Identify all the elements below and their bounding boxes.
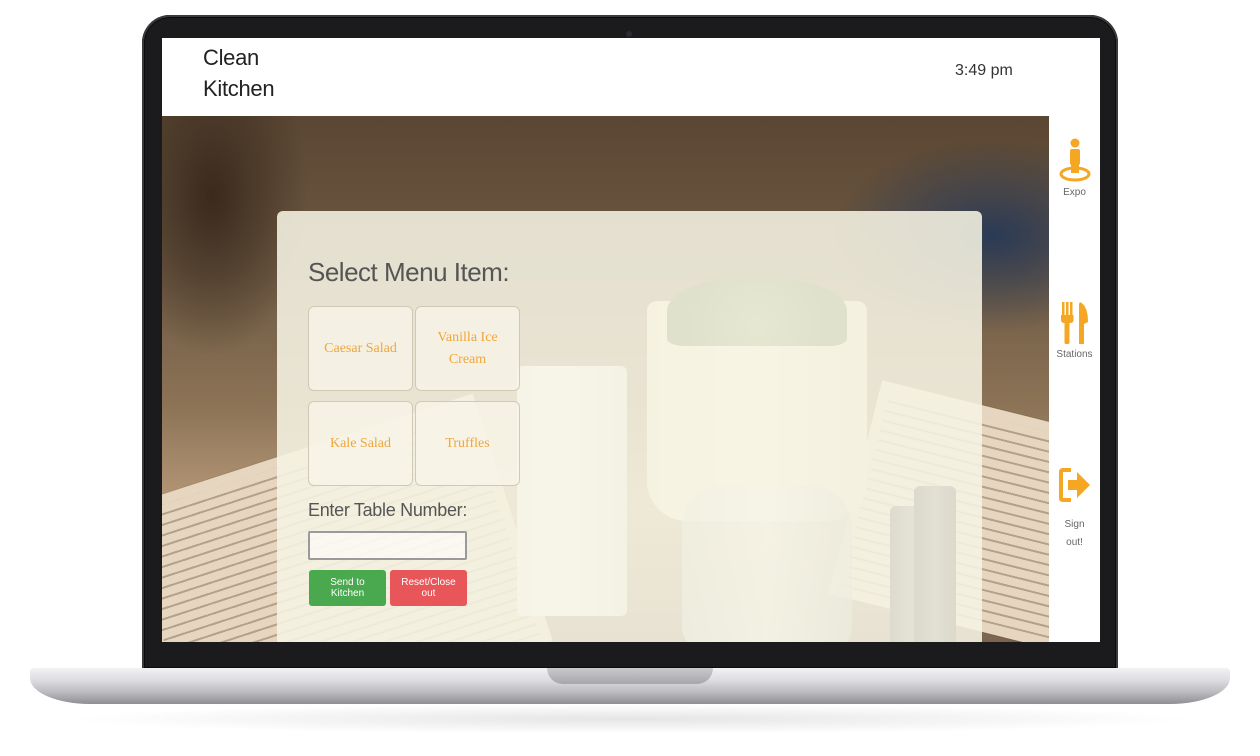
sidebar-label-expo: Expo: [1063, 187, 1086, 198]
app-screen: Clean Kitchen 3:49 pm Select Menu Item: …: [162, 38, 1100, 642]
brand-line-2: Kitchen: [203, 76, 275, 101]
person-icon: [1059, 138, 1090, 182]
menu-item-caesar-salad[interactable]: Caesar Salad: [308, 306, 413, 391]
laptop-shadow: [60, 704, 1200, 734]
sidebar-label-stations: Stations: [1056, 349, 1093, 360]
brand-line-1: Clean: [203, 45, 259, 70]
background-photo: Select Menu Item: Caesar Salad Vanilla I…: [162, 116, 1049, 642]
top-bar: Clean Kitchen 3:49 pm: [162, 38, 1100, 116]
menu-item-grid: Caesar Salad Vanilla Ice Cream Kale Sala…: [308, 306, 520, 486]
card-title: Select Menu Item:: [308, 257, 510, 287]
right-sidebar: Expo Stations Sign out!: [1049, 116, 1100, 642]
sidebar-label-sign-out: Sign out!: [1049, 516, 1100, 552]
sign-out-icon: [1058, 468, 1090, 502]
send-to-kitchen-button[interactable]: Send to Kitchen: [309, 570, 386, 606]
fork-knife-icon: [1060, 302, 1088, 344]
menu-item-truffles[interactable]: Truffles: [415, 401, 520, 486]
menu-item-vanilla-ice-cream[interactable]: Vanilla Ice Cream: [415, 306, 520, 391]
sidebar-item-expo[interactable]: Expo: [1049, 138, 1100, 202]
menu-item-kale-salad[interactable]: Kale Salad: [308, 401, 413, 486]
sidebar-item-stations[interactable]: Stations: [1049, 302, 1100, 364]
table-number-input[interactable]: [308, 531, 467, 560]
sign-out-line-2: out!: [1066, 537, 1083, 548]
reset-close-out-button[interactable]: Reset/Close out: [390, 570, 467, 606]
camera-dot: [626, 31, 632, 37]
laptop-notch: [547, 668, 713, 684]
table-number-label: Enter Table Number:: [308, 500, 468, 520]
brand-logo[interactable]: Clean Kitchen: [203, 42, 275, 104]
sidebar-item-sign-out[interactable]: Sign out!: [1049, 468, 1100, 552]
sign-out-line-1: Sign: [1064, 519, 1085, 530]
order-card: Select Menu Item: Caesar Salad Vanilla I…: [277, 211, 982, 642]
clock: 3:49 pm: [955, 62, 1013, 79]
